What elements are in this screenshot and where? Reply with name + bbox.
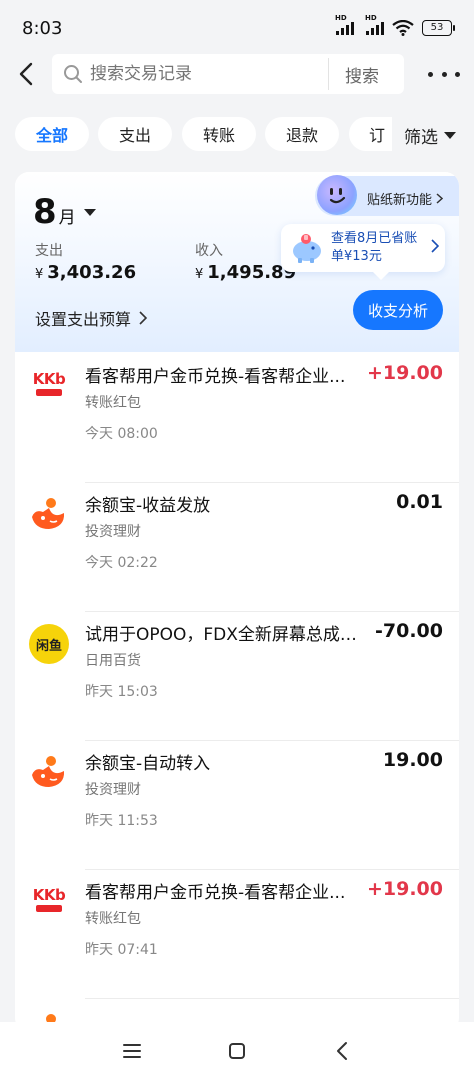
transaction-row[interactable]: 余额宝-自动转入 投资理财 昨天 11:53 19.00 (15, 741, 459, 870)
saving-tip-text: 查看8月已省账单¥13元 (331, 231, 418, 264)
signal-icon: HD (335, 14, 354, 35)
transaction-category: 转账红包 (85, 911, 141, 927)
transaction-time: 今天 02:22 (85, 555, 158, 571)
set-budget-label: 设置支出预算 (35, 310, 132, 329)
expense-value: 3,403.26 (47, 262, 137, 283)
set-budget-link[interactable]: 设置支出预算 (35, 306, 148, 330)
chevron-right-icon (431, 239, 439, 253)
filter-label: 筛选 (404, 127, 438, 148)
income-label: 收入 (195, 243, 223, 259)
chevron-right-icon (436, 193, 444, 204)
transaction-amount: 19.00 (382, 749, 443, 771)
income-currency: ¥ (195, 267, 204, 282)
sticker-feature-link[interactable]: 贴纸新功能 (367, 189, 444, 208)
yuebao-logo-icon (29, 495, 69, 535)
transaction-row[interactable]: 闲鱼 试用于OPOO，FDX全新屏幕总成，... 日用百货 昨天 15:03 -… (15, 612, 459, 741)
month-number: 8 (33, 192, 57, 232)
transaction-title: 看客帮用户金币兑换-看客帮企业... (85, 883, 346, 903)
saving-tip-bubble[interactable]: 查看8月已省账单¥13元 (281, 224, 445, 280)
battery-icon: 53 (422, 20, 455, 36)
transaction-category: 投资理财 (85, 524, 141, 540)
system-nav-bar (0, 1022, 474, 1080)
chevron-right-icon (139, 311, 148, 325)
search-input[interactable] (90, 64, 328, 84)
tab-all[interactable]: 全部 (15, 117, 89, 151)
sticker-avatar-icon (317, 175, 357, 215)
transaction-time: 昨天 07:41 (85, 942, 158, 958)
hd-label: HD (365, 14, 377, 22)
expense-label: 支出 (35, 243, 63, 259)
transaction-row[interactable]: KKb 看客帮用户金币兑换-看客帮企业... 转账红包 昨天 07:41 +19… (15, 870, 459, 999)
transaction-title: 试用于OPOO，FDX全新屏幕总成，... (85, 625, 365, 645)
search-box[interactable]: 搜索 (52, 54, 404, 94)
menu-button[interactable] (120, 1040, 144, 1062)
transaction-row[interactable]: 余额宝-收益发放 投资理财 今天 02:22 0.01 (15, 483, 459, 612)
kkb-logo-icon: KKb (29, 882, 69, 922)
transaction-amount: 0.01 (396, 491, 443, 513)
more-dot-icon (441, 71, 447, 77)
kkb-logo-icon: KKb (29, 366, 69, 406)
sticker-feature-label: 贴纸新功能 (367, 193, 433, 208)
tab-transfer[interactable]: 转账 (182, 117, 256, 151)
caret-down-icon (444, 131, 456, 139)
income-expense-analysis-button[interactable]: 收支分析 (353, 290, 443, 330)
wifi-icon (392, 20, 414, 36)
kkb-logo-text: KKb (32, 886, 66, 904)
transaction-amount: -70.00 (375, 620, 443, 642)
transaction-row[interactable]: KKb 看客帮用户金币兑换-看客帮企业... 转账红包 今天 08:00 +19… (15, 354, 459, 483)
chevron-left-icon (19, 62, 33, 86)
yuebao-logo-icon (29, 753, 69, 793)
month-summary: 贴纸新功能 8 月 支出 ¥3,403.26 收入 ¥1,495.89 查看8月… (15, 172, 459, 352)
home-square-icon (229, 1043, 245, 1059)
caret-down-icon (83, 208, 96, 216)
back-button[interactable] (10, 56, 42, 92)
kkb-logo-bar (36, 389, 62, 396)
status-icons: HD HD 53 (335, 14, 455, 36)
kkb-logo-text: KKb (32, 370, 66, 388)
transaction-amount: +19.00 (366, 362, 443, 384)
chevron-left-icon (337, 1042, 347, 1060)
transaction-time: 昨天 11:53 (85, 813, 158, 829)
transaction-category: 转账红包 (85, 395, 141, 411)
more-options-button[interactable] (428, 60, 460, 88)
search-icon (62, 63, 84, 85)
transaction-time: 今天 08:00 (85, 426, 158, 442)
transaction-title: 余额宝-自动转入 (85, 754, 211, 774)
month-selector[interactable]: 8 月 (33, 192, 96, 232)
hd-label: HD (335, 14, 347, 22)
month-unit: 月 (58, 208, 76, 228)
search-button[interactable]: 搜索 (329, 62, 395, 87)
status-time: 8:03 (22, 18, 63, 39)
kkb-logo-bar (36, 905, 62, 912)
transactions-card: 贴纸新功能 8 月 支出 ¥3,403.26 收入 ¥1,495.89 查看8月… (15, 172, 459, 1032)
filter-tabs: 全部 支出 转账 退款 订 筛选 (0, 117, 474, 153)
transaction-title: 看客帮用户金币兑换-看客帮企业... (85, 367, 346, 387)
transaction-amount: +19.00 (366, 878, 443, 900)
signal-icon: HD (365, 14, 384, 35)
transaction-category: 日用百货 (85, 653, 141, 669)
expense-currency: ¥ (35, 267, 44, 282)
more-dot-icon (455, 71, 460, 77)
tab-expense[interactable]: 支出 (98, 117, 172, 151)
piggy-bank-icon (293, 234, 321, 263)
transaction-title: 余额宝-收益发放 (85, 496, 211, 516)
system-back-button[interactable] (330, 1040, 354, 1062)
more-dot-icon (428, 71, 433, 77)
transaction-category: 投资理财 (85, 782, 141, 798)
top-nav: 搜索 (0, 50, 474, 98)
tab-refund[interactable]: 退款 (265, 117, 339, 151)
filter-button[interactable]: 筛选 (392, 117, 474, 153)
menu-icon (123, 1044, 141, 1058)
transaction-time: 昨天 15:03 (85, 684, 158, 700)
home-button[interactable] (225, 1040, 249, 1062)
expense-amount: ¥3,403.26 (35, 262, 136, 283)
xianyu-logo-icon: 闲鱼 (29, 624, 69, 664)
